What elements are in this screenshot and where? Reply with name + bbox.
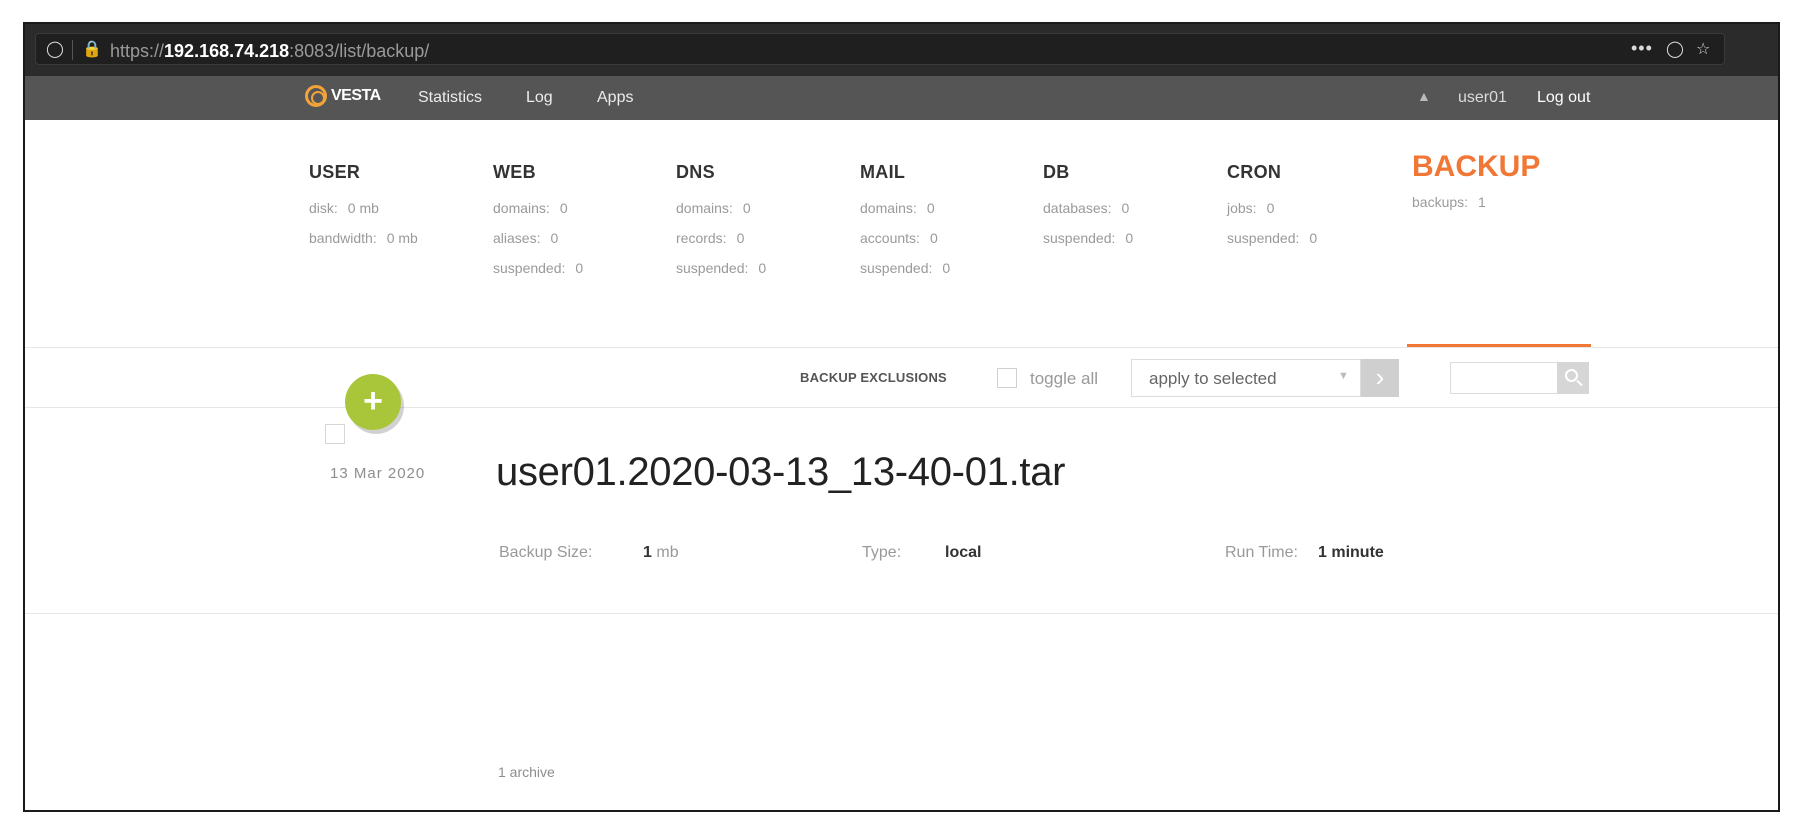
backup-name[interactable]: user01.2020-03-13_13-40-01.tar xyxy=(496,450,1065,495)
divider xyxy=(72,40,73,60)
stat-row: databases: 0 xyxy=(1043,200,1130,216)
apply-button[interactable]: › xyxy=(1361,359,1399,397)
panel-title: DB xyxy=(1043,162,1070,182)
stat-row: domains: 0 xyxy=(676,200,751,216)
panel-title: DNS xyxy=(676,162,715,182)
backup-exclusions-link[interactable]: BACKUP EXCLUSIONS xyxy=(800,370,947,385)
stat-row: suspended: 0 xyxy=(1227,230,1318,246)
row-checkbox[interactable] xyxy=(325,424,345,444)
stats-panel-backup[interactable]: BACKUP backups: 1 xyxy=(1412,150,1540,224)
run-time-label: Run Time: xyxy=(1225,544,1298,561)
lock-warning-icon[interactable]: 🔒 xyxy=(82,40,102,60)
backup-size-label: Backup Size: xyxy=(499,544,593,561)
stat-row: jobs: 0 xyxy=(1227,200,1275,216)
divider xyxy=(25,407,1778,408)
stat-row: records: 0 xyxy=(676,230,745,246)
stats-panel-cron[interactable]: CRON jobs: 0 suspended: 0 xyxy=(1227,162,1317,260)
stats-panel-db[interactable]: DB databases: 0 suspended: 0 xyxy=(1043,162,1133,260)
pocket-icon[interactable]: ◯ xyxy=(1666,40,1684,60)
select-value: apply to selected xyxy=(1149,369,1277,388)
toggle-all-label[interactable]: toggle all xyxy=(1030,369,1098,389)
stat-row: backups: 1 xyxy=(1412,194,1486,210)
stat-row: disk: 0 mb xyxy=(309,200,379,216)
stat-row: suspended: 0 xyxy=(1043,230,1134,246)
vesta-logo[interactable]: VESTA xyxy=(305,85,381,107)
star-icon[interactable]: ☆ xyxy=(1696,40,1710,60)
nav-log[interactable]: Log xyxy=(526,89,553,107)
browser-window: ◯ 🔒 https://192.168.74.218:8083/list/bac… xyxy=(23,22,1780,812)
divider xyxy=(25,347,1778,348)
more-icon[interactable]: ••• xyxy=(1631,38,1653,58)
url-text[interactable]: https://192.168.74.218:8083/list/backup/ xyxy=(110,41,429,62)
search-button[interactable] xyxy=(1557,362,1589,394)
address-bar[interactable]: ◯ 🔒 https://192.168.74.218:8083/list/bac… xyxy=(35,33,1725,65)
stats-panel-web[interactable]: WEB domains: 0 aliases: 0 suspended: 0 xyxy=(493,162,583,290)
logo-ring-icon xyxy=(305,85,327,107)
toggle-all-checkbox[interactable] xyxy=(997,368,1017,388)
archive-count: 1 archive xyxy=(498,764,555,780)
panel-title: CRON xyxy=(1227,162,1282,182)
caret-down-icon: ▼ xyxy=(1338,370,1349,382)
stats-panel-mail[interactable]: MAIL domains: 0 accounts: 0 suspended: 0 xyxy=(860,162,950,290)
shield-icon[interactable]: ◯ xyxy=(46,40,64,60)
logo-text: VESTA xyxy=(331,87,381,104)
logout-link[interactable]: Log out xyxy=(1537,89,1590,107)
apply-to-selected-select[interactable]: apply to selected ▼ xyxy=(1131,359,1361,397)
nav-statistics[interactable]: Statistics xyxy=(418,89,482,107)
stat-row: suspended: 0 xyxy=(860,260,951,276)
backup-size-value: 1 mb xyxy=(643,544,679,561)
chevron-right-icon: › xyxy=(1375,362,1385,392)
type-value: local xyxy=(945,544,982,561)
panel-title: BACKUP xyxy=(1412,150,1541,183)
panel-title: USER xyxy=(309,162,361,182)
search-input[interactable] xyxy=(1450,362,1558,394)
stats-panel-user[interactable]: USER disk: 0 mb bandwidth: 0 mb xyxy=(309,162,418,260)
add-backup-button[interactable]: + xyxy=(345,374,401,430)
stat-row: suspended: 0 xyxy=(676,260,767,276)
stat-row: suspended: 0 xyxy=(493,260,584,276)
bell-icon[interactable]: ▲ xyxy=(1417,88,1431,104)
type-label: Type: xyxy=(862,544,902,561)
panel-title: WEB xyxy=(493,162,536,182)
stat-row: domains: 0 xyxy=(860,200,935,216)
nav-apps[interactable]: Apps xyxy=(597,89,633,107)
run-time-value: 1 minute xyxy=(1318,544,1384,561)
stat-row: domains: 0 xyxy=(493,200,568,216)
nav-user[interactable]: user01 xyxy=(1458,89,1507,107)
divider xyxy=(25,613,1778,614)
stats-panel-dns[interactable]: DNS domains: 0 records: 0 suspended: 0 xyxy=(676,162,766,290)
top-navigation: VESTA Statistics Log Apps ▲ user01 Log o… xyxy=(25,76,1778,120)
browser-toolbar: ◯ 🔒 https://192.168.74.218:8083/list/bac… xyxy=(25,24,1778,76)
stat-row: bandwidth: 0 mb xyxy=(309,230,418,246)
panel-title: MAIL xyxy=(860,162,906,182)
stat-row: accounts: 0 xyxy=(860,230,938,246)
backup-date: 13 Mar 2020 xyxy=(330,465,426,482)
stat-row: aliases: 0 xyxy=(493,230,559,246)
